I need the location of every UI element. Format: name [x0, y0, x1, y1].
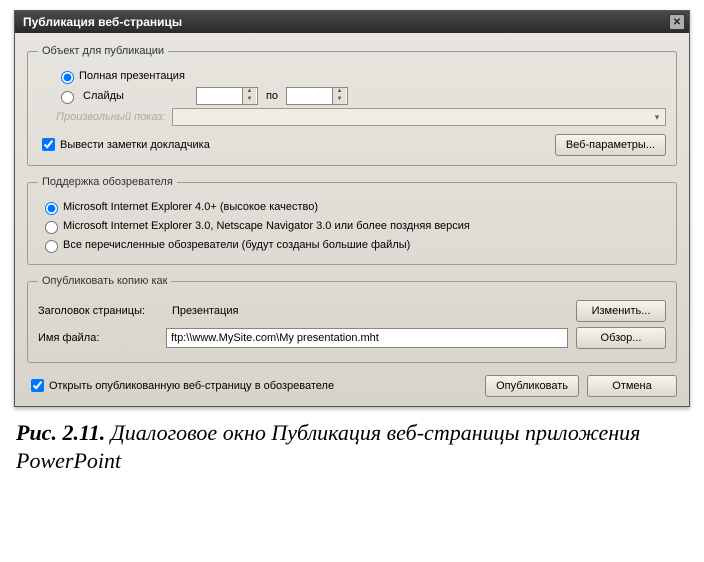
cancel-button[interactable]: Отмена [587, 375, 677, 397]
radio-full-presentation-row[interactable]: Полная презентация [56, 68, 666, 84]
publish-button[interactable]: Опубликовать [485, 375, 579, 397]
spin-down-icon[interactable]: ▼ [243, 96, 256, 104]
group-publish-copy: Опубликовать копию как Заголовок страниц… [27, 275, 677, 363]
figure-text: Диалоговое окно Публикация веб-страницы … [16, 420, 640, 473]
group-publish-object: Объект для публикации Полная презентация… [27, 45, 677, 166]
radio-ie3-label: Microsoft Internet Explorer 3.0, Netscap… [63, 220, 470, 232]
page-title-row: Заголовок страницы: Презентация Изменить… [38, 300, 666, 322]
radio-ie4-label: Microsoft Internet Explorer 4.0+ (высоко… [63, 201, 318, 213]
slide-from-input[interactable] [197, 88, 237, 104]
group-browser-legend: Поддержка обозревателя [38, 176, 177, 188]
check-notes-label: Вывести заметки докладчика [60, 139, 210, 151]
dialog-title: Публикация веб-страницы [23, 15, 182, 29]
label-page-title: Заголовок страницы: [38, 305, 158, 317]
filename-input[interactable] [166, 328, 568, 348]
label-filename: Имя файла: [38, 332, 158, 344]
custom-show-dropdown: ▾ [172, 108, 666, 126]
web-options-button[interactable]: Веб-параметры... [555, 134, 666, 156]
change-button[interactable]: Изменить... [576, 300, 666, 322]
check-open-in-browser[interactable] [31, 379, 44, 392]
titlebar: Публикация веб-страницы ✕ [15, 11, 689, 33]
slide-from-spinner[interactable]: ▲ ▼ [196, 87, 258, 105]
spin-up-icon[interactable]: ▲ [333, 88, 346, 96]
browse-button[interactable]: Обзор... [576, 327, 666, 349]
radio-ie4[interactable] [45, 202, 58, 215]
group-browser-support: Поддержка обозревателя Microsoft Interne… [27, 176, 677, 265]
slide-to-input[interactable] [287, 88, 327, 104]
publish-web-dialog: Публикация веб-страницы ✕ Объект для пуб… [14, 10, 690, 407]
radio-ie4-row[interactable]: Microsoft Internet Explorer 4.0+ (высоко… [40, 199, 666, 215]
check-open-row[interactable]: Открыть опубликованную веб-страницу в об… [27, 376, 334, 395]
check-notes-row[interactable]: Вывести заметки докладчика [38, 135, 210, 154]
spin-down-icon[interactable]: ▼ [333, 96, 346, 104]
custom-show-row: Произвольный показ: ▾ [56, 108, 666, 126]
radio-full-label: Полная презентация [79, 70, 185, 82]
figure-caption: Рис. 2.11. Диалоговое окно Публикация ве… [16, 419, 688, 474]
radio-all-browsers[interactable] [45, 240, 58, 253]
slides-sep: по [266, 90, 278, 102]
chevron-down-icon: ▾ [649, 112, 665, 123]
spin-up-icon[interactable]: ▲ [243, 88, 256, 96]
radio-all-label: Все перечисленные обозреватели (будут со… [63, 239, 410, 251]
dialog-footer: Открыть опубликованную веб-страницу в об… [27, 373, 677, 398]
check-open-label: Открыть опубликованную веб-страницу в об… [49, 380, 334, 392]
group-copy-legend: Опубликовать копию как [38, 275, 171, 287]
radio-slides[interactable] [61, 91, 74, 104]
radio-ie3[interactable] [45, 221, 58, 234]
value-page-title: Презентация [172, 305, 238, 317]
radio-slides-row[interactable]: Слайды ▲ ▼ по ▲ ▼ [56, 87, 666, 105]
radio-slides-label: Слайды [83, 90, 124, 102]
group-object-legend: Объект для публикации [38, 45, 168, 57]
radio-ie3-row[interactable]: Microsoft Internet Explorer 3.0, Netscap… [40, 218, 666, 234]
figure-number: Рис. 2.11. [16, 420, 105, 445]
check-notes[interactable] [42, 138, 55, 151]
radio-full-presentation[interactable] [61, 71, 74, 84]
custom-show-disabled: Произвольный показ: [56, 111, 166, 123]
slide-to-spinner[interactable]: ▲ ▼ [286, 87, 348, 105]
filename-row: Имя файла: Обзор... [38, 327, 666, 349]
close-icon[interactable]: ✕ [669, 14, 685, 30]
radio-all-row[interactable]: Все перечисленные обозреватели (будут со… [40, 237, 666, 253]
